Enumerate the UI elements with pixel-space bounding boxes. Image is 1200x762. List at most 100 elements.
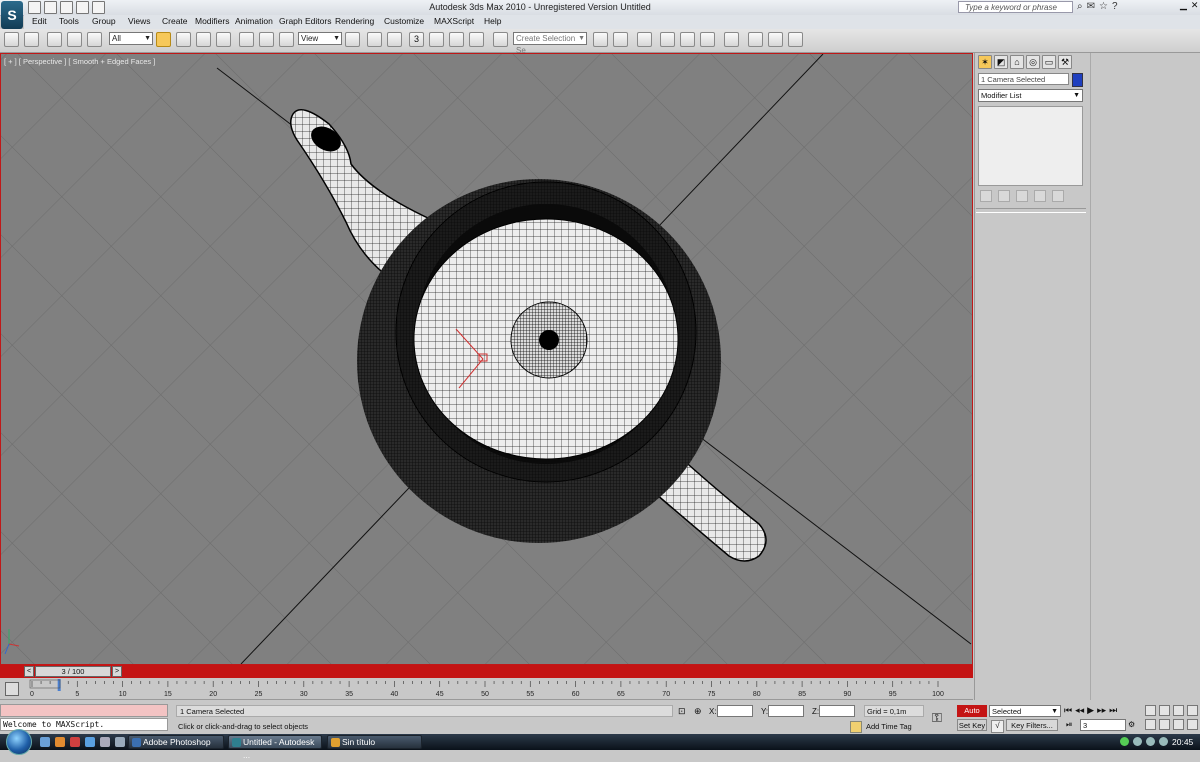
- viewport-canvas[interactable]: [1, 54, 972, 664]
- menu-group[interactable]: Group: [92, 16, 116, 26]
- object-name-field[interactable]: 1 Camera Selected: [978, 73, 1069, 85]
- save-icon[interactable]: [60, 1, 73, 14]
- maxscript-listener-output[interactable]: Welcome to MAXScript.: [0, 718, 168, 731]
- material-editor-icon[interactable]: [724, 32, 739, 47]
- default-tangent-icon[interactable]: √: [991, 720, 1004, 733]
- quick-launch-extra-icon[interactable]: [115, 737, 125, 747]
- project-folder-icon[interactable]: [76, 1, 89, 14]
- firefox-icon[interactable]: [55, 737, 65, 747]
- render-setup-icon[interactable]: [748, 32, 763, 47]
- go-to-end-icon[interactable]: ⏭: [1109, 705, 1117, 716]
- show-end-result-icon[interactable]: [998, 190, 1010, 202]
- orbit-icon[interactable]: [1173, 719, 1184, 730]
- curve-editor-icon[interactable]: [680, 32, 695, 47]
- reference-coordinate-dropdown[interactable]: View ▼: [298, 32, 342, 45]
- menu-help[interactable]: Help: [484, 16, 501, 26]
- subscription-icon[interactable]: ✉: [1087, 1, 1095, 12]
- schematic-view-icon[interactable]: [700, 32, 715, 47]
- open-file-icon[interactable]: [44, 1, 57, 14]
- pin-stack-icon[interactable]: [980, 190, 992, 202]
- menu-maxscript[interactable]: MAXScript: [434, 16, 474, 26]
- open-mini-curve-editor-icon[interactable]: [5, 682, 19, 696]
- taskbar-3dsmax[interactable]: Untitled - Autodesk ...: [228, 735, 322, 760]
- hierarchy-tab-icon[interactable]: ⌂: [1010, 55, 1024, 69]
- scale-icon[interactable]: [279, 32, 294, 47]
- undo-icon[interactable]: [4, 32, 19, 47]
- named-selection-set-dropdown[interactable]: Create Selection Se ▼: [513, 32, 587, 55]
- modifier-list-dropdown[interactable]: Modifier List ▼: [978, 89, 1083, 102]
- redo-icon[interactable]: [24, 32, 39, 47]
- mirror-icon[interactable]: [593, 32, 608, 47]
- rotate-icon[interactable]: [259, 32, 274, 47]
- window-crossing-icon[interactable]: [216, 32, 231, 47]
- rendered-frame-window-icon[interactable]: [768, 32, 783, 47]
- layer-manager-icon[interactable]: [637, 32, 652, 47]
- show-desktop-icon[interactable]: [40, 737, 50, 747]
- object-color-swatch[interactable]: [1072, 73, 1083, 87]
- edit-named-selection-icon[interactable]: [493, 32, 508, 47]
- binoculars-icon[interactable]: ⌕: [1077, 1, 1083, 12]
- time-configuration-icon[interactable]: ⚙: [1128, 720, 1135, 729]
- new-file-icon[interactable]: [28, 1, 41, 14]
- update-icon[interactable]: [1159, 737, 1168, 746]
- field-of-view-icon[interactable]: [1145, 719, 1156, 730]
- switch-windows-icon[interactable]: [100, 737, 110, 747]
- app-logo-icon[interactable]: S: [1, 1, 23, 29]
- maxscript-listener-input[interactable]: [0, 704, 168, 717]
- select-and-link-icon[interactable]: [47, 32, 62, 47]
- menu-create[interactable]: Create: [162, 16, 188, 26]
- minimize-icon[interactable]: ▁: [1180, 0, 1187, 11]
- time-slider-thumb[interactable]: 3 / 100: [35, 666, 111, 677]
- menu-graph-editors[interactable]: Graph Editors: [279, 16, 331, 26]
- previous-key-icon[interactable]: ◂◂: [1075, 705, 1084, 716]
- select-by-name-icon[interactable]: [176, 32, 191, 47]
- close-icon[interactable]: ✕: [1191, 0, 1199, 11]
- perspective-viewport[interactable]: [0, 53, 973, 665]
- remove-modifier-icon[interactable]: [1034, 190, 1046, 202]
- bind-space-warp-icon[interactable]: [87, 32, 102, 47]
- render-production-icon[interactable]: [788, 32, 803, 47]
- security-icon[interactable]: [1146, 737, 1155, 746]
- modifier-stack[interactable]: [978, 106, 1083, 186]
- pan-icon[interactable]: [1159, 719, 1170, 730]
- maximize-viewport-icon[interactable]: [1187, 719, 1198, 730]
- key-mode-dropdown[interactable]: Selected ▼: [989, 705, 1061, 717]
- display-tab-icon[interactable]: ▭: [1042, 55, 1056, 69]
- keyboard-shortcut-override-icon[interactable]: [387, 32, 402, 47]
- next-key-icon[interactable]: ▸▸: [1097, 705, 1106, 716]
- pivot-center-icon[interactable]: [345, 32, 360, 47]
- zoom-all-icon[interactable]: [1159, 705, 1170, 716]
- taskbar-browser[interactable]: Sin título: [327, 735, 422, 749]
- menu-customize[interactable]: Customize: [384, 16, 424, 26]
- menu-views[interactable]: Views: [128, 16, 151, 26]
- menu-edit[interactable]: Edit: [32, 16, 47, 26]
- previous-frame-button[interactable]: <: [24, 666, 34, 677]
- taskbar-photoshop[interactable]: Adobe Photoshop: [128, 735, 224, 749]
- volume-icon[interactable]: [1133, 737, 1142, 746]
- communication-icon[interactable]: ☆: [1099, 1, 1108, 12]
- set-key-icon[interactable]: ⚿: [932, 710, 942, 726]
- viewport-label[interactable]: [ + ] [ Perspective ] [ Smooth + Edged F…: [4, 57, 155, 66]
- auto-key-button[interactable]: Auto Key: [957, 705, 987, 727]
- menu-modifiers[interactable]: Modifiers: [195, 16, 229, 26]
- percent-snap-icon[interactable]: [449, 32, 464, 47]
- time-slider-track[interactable]: [0, 665, 973, 678]
- move-icon[interactable]: [239, 32, 254, 47]
- snaps-toggle-icon[interactable]: 3: [409, 32, 424, 47]
- unlink-icon[interactable]: [67, 32, 82, 47]
- next-frame-button[interactable]: >: [112, 666, 122, 677]
- motion-tab-icon[interactable]: ◎: [1026, 55, 1040, 69]
- create-tab-icon[interactable]: ✶: [978, 55, 992, 69]
- zoom-extents-icon[interactable]: [1173, 705, 1184, 716]
- rectangular-selection-icon[interactable]: [196, 32, 211, 47]
- spinner-snap-icon[interactable]: [469, 32, 484, 47]
- key-filters-button[interactable]: Key Filters...: [1006, 719, 1058, 731]
- selection-filter-dropdown[interactable]: All ▼: [109, 32, 153, 45]
- quick-access-dropdown-icon[interactable]: [92, 1, 105, 14]
- time-tag-icon[interactable]: [850, 721, 862, 733]
- help-icon[interactable]: ?: [1112, 1, 1118, 12]
- menu-tools[interactable]: Tools: [59, 16, 79, 26]
- align-icon[interactable]: [613, 32, 628, 47]
- y-coord-field[interactable]: [768, 705, 804, 717]
- zoom-icon[interactable]: [1145, 705, 1156, 716]
